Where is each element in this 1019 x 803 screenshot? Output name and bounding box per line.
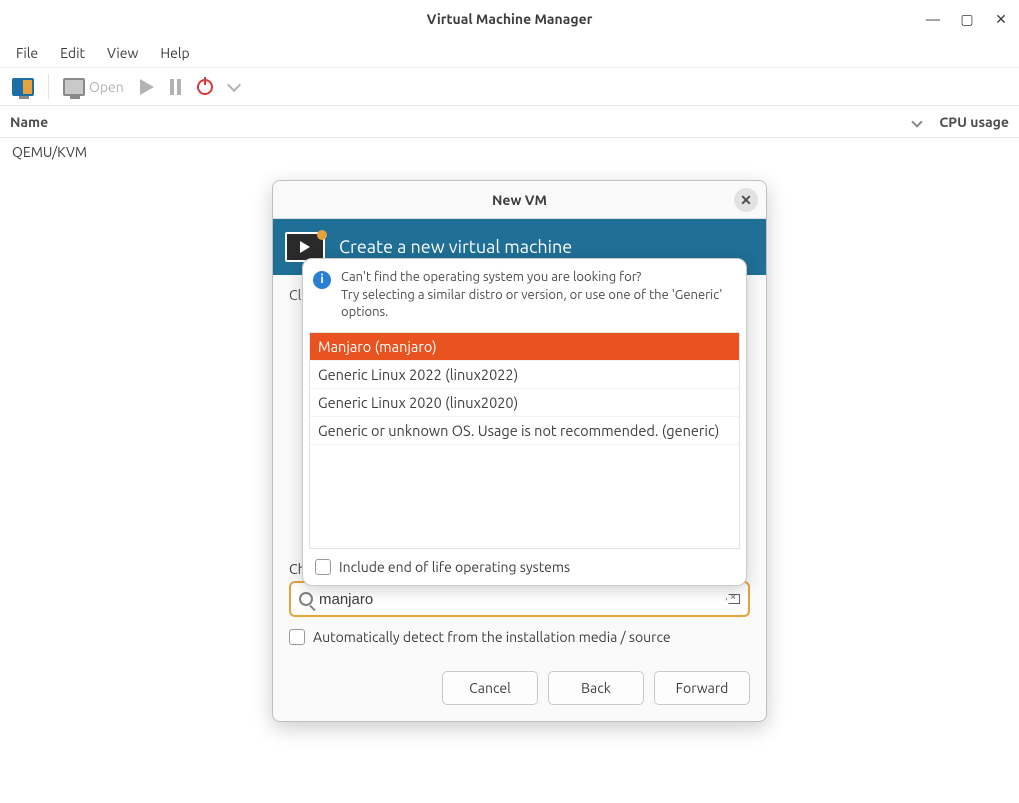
os-suggestion-list[interactable]: Manjaro (manjaro) Generic Linux 2022 (li… [309, 332, 740, 549]
monitor-icon [63, 78, 85, 96]
dialog-buttons: Cancel Back Forward [273, 657, 766, 721]
os-option-linux2022[interactable]: Generic Linux 2022 (linux2022) [310, 361, 739, 389]
play-icon [140, 79, 154, 95]
toolbar: Open [0, 68, 1019, 106]
poweroff-menu-button[interactable] [223, 80, 245, 94]
toolbar-separator [48, 74, 49, 100]
vm-list-header: Name CPU usage [0, 106, 1019, 138]
pause-button[interactable] [164, 75, 187, 99]
new-vm-button[interactable] [6, 74, 40, 100]
play-button[interactable] [134, 75, 160, 99]
forward-button[interactable]: Forward [654, 671, 750, 705]
search-icon [299, 592, 313, 606]
close-icon[interactable]: ✕ [989, 11, 1013, 28]
dialog-titlebar: New VM ✕ [273, 181, 766, 219]
os-option-generic[interactable]: Generic or unknown OS. Usage is not reco… [310, 417, 739, 445]
menu-file[interactable]: File [6, 41, 48, 65]
column-name[interactable]: Name [10, 114, 48, 130]
os-suggestions-popover: i Can't find the operating system you ar… [302, 258, 747, 586]
sort-chevron-icon[interactable] [912, 116, 923, 127]
open-label: Open [89, 79, 124, 95]
auto-detect-checkbox[interactable] [289, 629, 305, 645]
include-eol-label: Include end of life operating systems [339, 559, 570, 575]
os-option-manjaro[interactable]: Manjaro (manjaro) [310, 333, 739, 361]
menu-view[interactable]: View [97, 41, 148, 65]
dialog-close-button[interactable]: ✕ [734, 188, 758, 212]
connection-row[interactable]: QEMU/KVM [12, 144, 1007, 160]
maximize-icon[interactable]: ▢ [955, 11, 979, 28]
vm-list-body: QEMU/KVM [0, 138, 1019, 166]
os-search-field[interactable] [289, 581, 750, 617]
os-search-input[interactable] [319, 591, 720, 608]
poweroff-button[interactable] [191, 75, 219, 99]
new-vm-icon [12, 78, 34, 96]
window-titlebar: Virtual Machine Manager — ▢ ✕ [0, 0, 1019, 38]
cancel-button[interactable]: Cancel [442, 671, 538, 705]
clear-input-icon[interactable] [726, 594, 740, 604]
auto-detect-label: Automatically detect from the installati… [313, 629, 671, 645]
choose-iso-partial: Cl [289, 287, 301, 303]
menu-help[interactable]: Help [150, 41, 199, 65]
minimize-icon[interactable]: — [921, 11, 945, 27]
include-eol-checkbox[interactable] [315, 559, 331, 575]
banner-title: Create a new virtual machine [339, 237, 572, 257]
open-button[interactable]: Open [57, 74, 130, 100]
hint-text: Can't find the operating system you are … [341, 269, 734, 322]
info-icon: i [313, 271, 331, 289]
hint-line1: Can't find the operating system you are … [341, 269, 734, 287]
pause-icon [170, 79, 181, 95]
window-controls: — ▢ ✕ [921, 0, 1013, 38]
column-cpu[interactable]: CPU usage [939, 114, 1009, 130]
auto-detect-row[interactable]: Automatically detect from the installati… [289, 629, 750, 645]
hint-line2: Try selecting a similar distro or versio… [341, 287, 734, 322]
power-icon [197, 79, 213, 95]
chevron-down-icon [227, 77, 241, 91]
back-button[interactable]: Back [548, 671, 644, 705]
dialog-title: New VM [492, 192, 547, 208]
popover-hint: i Can't find the operating system you ar… [303, 259, 746, 332]
window-title: Virtual Machine Manager [427, 11, 593, 27]
menu-edit[interactable]: Edit [50, 41, 95, 65]
popover-bottom-row[interactable]: Include end of life operating systems [303, 549, 746, 585]
os-option-linux2020[interactable]: Generic Linux 2020 (linux2020) [310, 389, 739, 417]
menu-bar: File Edit View Help [0, 38, 1019, 68]
